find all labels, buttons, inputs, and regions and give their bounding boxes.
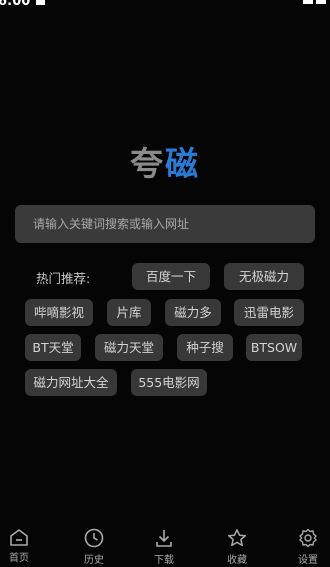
tab-download-label: 下载: [154, 555, 174, 566]
tab-favorites[interactable]: 收藏: [212, 520, 262, 567]
tab-home-label: 首页: [9, 553, 29, 564]
home-icon: [10, 529, 28, 546]
tag-pianku[interactable]: 片库: [107, 299, 151, 326]
tab-favorites-label: 收藏: [227, 555, 247, 566]
logo-part-1: 夸: [130, 144, 165, 183]
tag-btsow[interactable]: BTSOW: [246, 334, 302, 361]
tab-settings[interactable]: 设置: [283, 520, 330, 567]
notification-icon: [36, 0, 45, 5]
star-icon: [227, 529, 247, 547]
tag-cili-tiantang[interactable]: 磁力天堂: [95, 334, 163, 361]
tab-download[interactable]: 下载: [139, 520, 189, 567]
tag-wuji-cili[interactable]: 无极磁力: [224, 263, 304, 290]
tag-cili-wangzhi-daquan[interactable]: 磁力网址大全: [25, 369, 117, 396]
battery-icon: [316, 0, 326, 4]
status-time: 6:00: [0, 0, 31, 9]
tag-cili-duo[interactable]: 磁力多: [165, 299, 221, 326]
search-input[interactable]: [31, 216, 315, 232]
tab-settings-label: 设置: [298, 555, 318, 566]
clock-icon: [84, 528, 104, 548]
tag-zhongzi-sou[interactable]: 种子搜: [177, 334, 233, 361]
tab-history-label: 历史: [84, 555, 104, 566]
hot-recommend-label: 热门推荐:: [36, 271, 91, 286]
tag-bt-tiantang[interactable]: BT天堂: [25, 334, 81, 361]
logo-part-2: 磁: [165, 144, 200, 183]
tag-xunlei-dianying[interactable]: 迅雷电影: [234, 299, 304, 326]
status-icons: [303, 0, 326, 4]
status-bar: 6:00: [0, 0, 330, 12]
tag-bidi-yingshi[interactable]: 哔嘀影视: [25, 299, 93, 326]
tab-home[interactable]: 首页: [0, 520, 44, 567]
tab-history[interactable]: 历史: [69, 520, 119, 567]
app-logo: 夸磁: [0, 137, 330, 185]
search-box[interactable]: [15, 205, 315, 243]
tag-555-dianying[interactable]: 555电影网: [131, 369, 207, 396]
gear-icon: [299, 528, 317, 548]
download-icon: [156, 530, 172, 547]
signal-icon: [303, 0, 313, 4]
bottom-tab-bar: 首页 历史 下载 收藏 设置: [0, 520, 330, 567]
tag-baidu[interactable]: 百度一下: [132, 263, 210, 290]
